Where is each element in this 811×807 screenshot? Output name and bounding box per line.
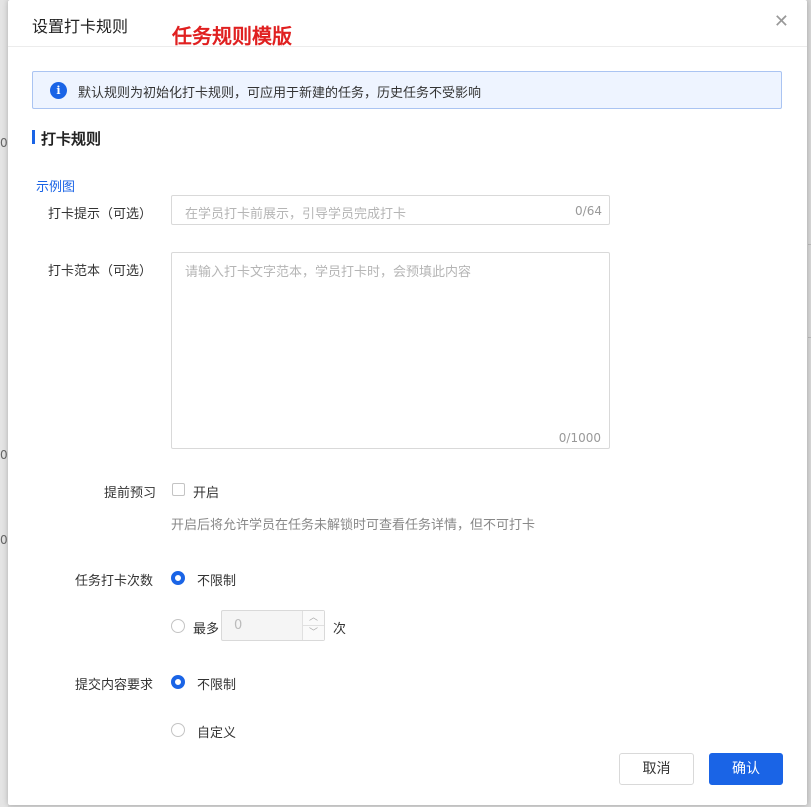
section-title: 打卡规则 bbox=[41, 130, 102, 148]
content-req-unlimited-label[interactable]: 不限制 bbox=[197, 674, 236, 693]
chevron-up-icon[interactable]: ︿ bbox=[303, 611, 324, 626]
confirm-button[interactable]: 确认 bbox=[709, 753, 783, 785]
close-icon[interactable]: ✕ bbox=[774, 12, 789, 32]
checkin-rules-modal: 设置打卡规则 任务规则模版 ✕ i 默认规则为初始化打卡规则，可应用于新建的任务… bbox=[8, 0, 807, 805]
background-fragment: 0 bbox=[0, 136, 8, 150]
example-image-link[interactable]: 示例图 bbox=[36, 176, 75, 195]
tip-placeholder: 在学员打卡前展示，引导学员完成打卡 bbox=[185, 207, 407, 222]
content-req-custom-label[interactable]: 自定义 bbox=[197, 722, 236, 741]
preview-checkbox[interactable] bbox=[172, 483, 185, 496]
tip-input[interactable]: 在学员打卡前展示，引导学员完成打卡 0/64 bbox=[171, 195, 610, 225]
stepper-value: 0 bbox=[234, 618, 243, 633]
checkin-times-max-prefix: 最多 bbox=[193, 622, 220, 637]
checkin-times-unlimited-radio[interactable] bbox=[171, 571, 185, 585]
background-page bbox=[0, 0, 8, 807]
preview-checkbox-label[interactable]: 开启 bbox=[193, 482, 219, 501]
stepper-controls: ︿ ﹀ bbox=[302, 611, 324, 640]
notice-text: 默认规则为初始化打卡规则，可应用于新建的任务，历史任务不受影响 bbox=[78, 86, 482, 101]
template-counter: 0/1000 bbox=[558, 431, 601, 445]
chevron-down-icon[interactable]: ﹀ bbox=[303, 626, 324, 640]
cancel-button[interactable]: 取消 bbox=[619, 753, 694, 785]
section-accent-bar bbox=[32, 130, 35, 144]
template-label: 打卡范本（可选） bbox=[48, 264, 153, 279]
template-placeholder: 请输入打卡文字范本，学员打卡时，会预填此内容 bbox=[185, 265, 472, 280]
preview-label: 提前预习 bbox=[104, 486, 157, 501]
background-fragment: 0 bbox=[0, 448, 8, 462]
template-annotation: 任务规则模版 bbox=[172, 24, 292, 48]
tip-label: 打卡提示（可选） bbox=[48, 207, 153, 222]
background-fragment: 0 bbox=[0, 533, 8, 547]
tip-counter: 0/64 bbox=[575, 204, 602, 218]
template-textarea[interactable]: 请输入打卡文字范本，学员打卡时，会预填此内容 0/1000 bbox=[171, 252, 610, 449]
info-notice: i 默认规则为初始化打卡规则，可应用于新建的任务，历史任务不受影响 bbox=[32, 71, 782, 109]
preview-help-text: 开启后将允许学员在任务未解锁时可查看任务详情，但不可打卡 bbox=[171, 518, 536, 533]
content-req-custom-radio[interactable] bbox=[171, 723, 185, 737]
checkin-times-stepper[interactable]: 0 ︿ ﹀ bbox=[221, 610, 325, 641]
content-req-unlimited-radio[interactable] bbox=[171, 675, 185, 689]
modal-title: 设置打卡规则 bbox=[32, 17, 129, 36]
checkin-times-label: 任务打卡次数 bbox=[75, 574, 154, 589]
checkin-times-max-suffix: 次 bbox=[333, 622, 347, 637]
content-req-label: 提交内容要求 bbox=[75, 678, 154, 693]
modal-header: 设置打卡规则 任务规则模版 ✕ bbox=[8, 0, 807, 48]
checkin-times-unlimited-label[interactable]: 不限制 bbox=[197, 570, 236, 589]
info-icon: i bbox=[50, 82, 67, 99]
checkin-times-max-radio[interactable] bbox=[171, 619, 185, 633]
